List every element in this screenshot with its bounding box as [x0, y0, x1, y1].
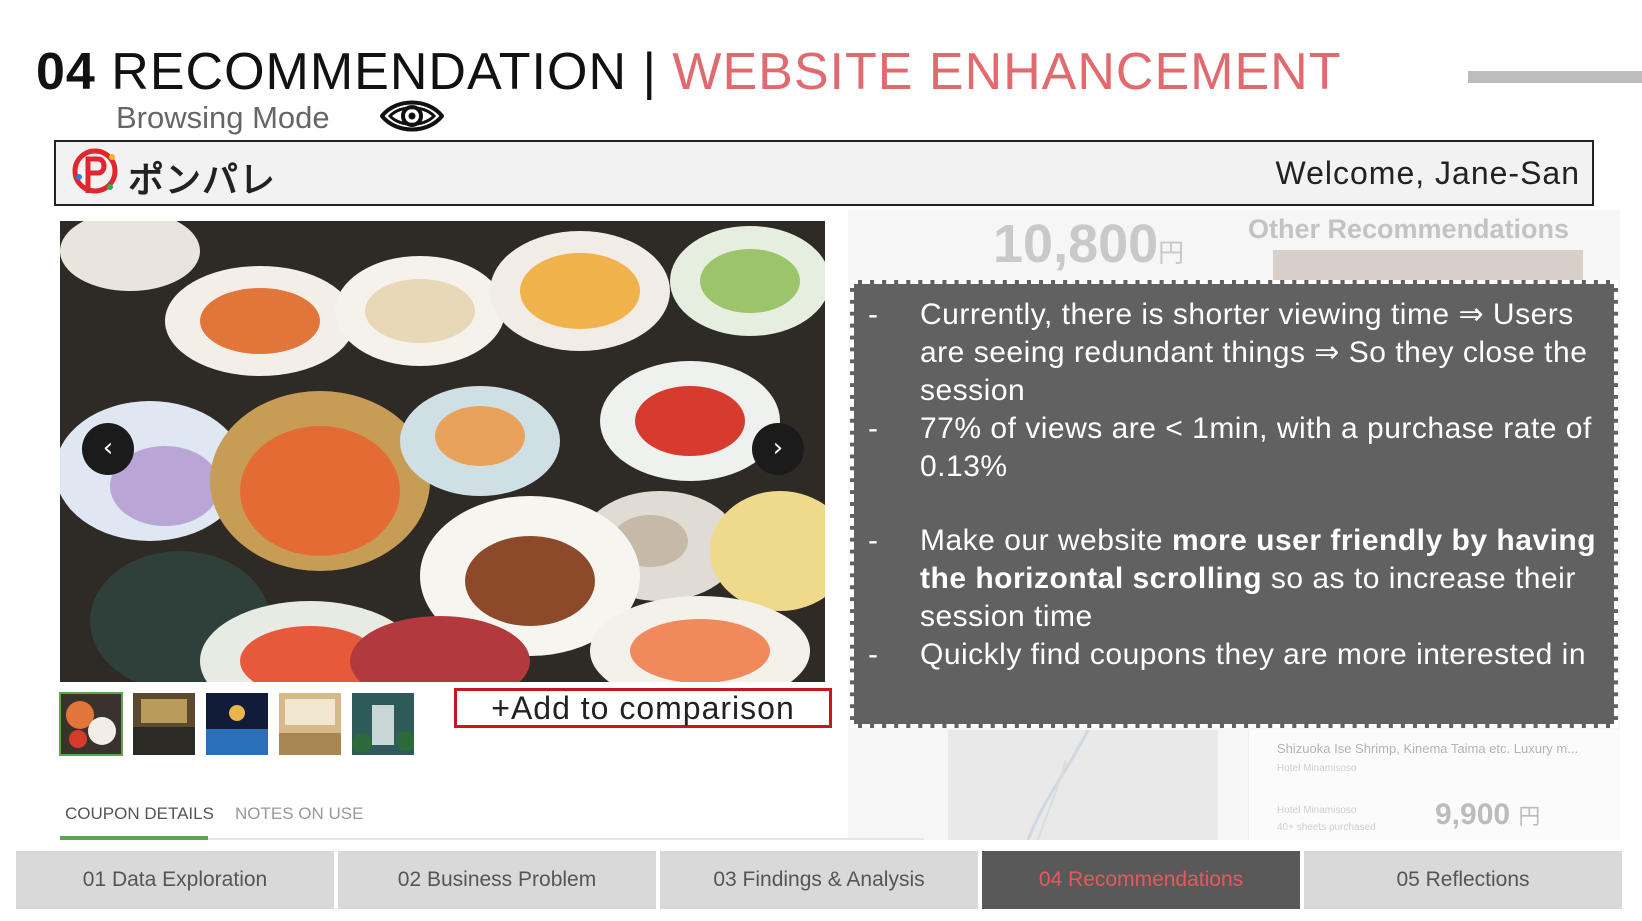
- nav-data-exploration[interactable]: 01 Data Exploration: [16, 851, 334, 909]
- thumbnail-night-pool[interactable]: [206, 693, 268, 755]
- rec-card-price-value: 9,900: [1435, 798, 1511, 831]
- thumbnail-hotel-exterior[interactable]: [352, 693, 414, 755]
- title-separator: |: [642, 43, 657, 101]
- coupon-price-value: 10,800: [993, 214, 1159, 274]
- map-roads: [1026, 729, 1090, 841]
- food-spread-image: [60, 221, 825, 682]
- slide-title: 04 RECOMMENDATION | WEBSITE ENHANCEMENT: [36, 40, 1341, 104]
- rec-card-price-unit: 円: [1518, 804, 1541, 829]
- thumbnail-japanese-room[interactable]: [279, 693, 341, 755]
- title-rule: [1468, 71, 1642, 83]
- callout-bullet-viewing-time: Currently, there is shorter viewing time…: [868, 296, 1600, 410]
- eye-icon: [380, 100, 444, 132]
- welcome-greeting: Welcome, Jane-San: [1275, 155, 1580, 191]
- coupon-tabs: COUPON DETAILS NOTES ON USE: [60, 800, 924, 840]
- location-map[interactable]: [948, 729, 1218, 841]
- title-main: RECOMMENDATION: [111, 43, 627, 101]
- ponpare-p-logo-icon[interactable]: [70, 147, 122, 199]
- rec-card-price: 9,900 円: [1435, 798, 1540, 832]
- section-navigation: 01 Data Exploration 02 Business Problem …: [16, 851, 1622, 909]
- slide-number: 04: [36, 43, 96, 101]
- coupon-price: 10,800円: [993, 213, 1184, 275]
- coupon-price-unit: 円: [1158, 238, 1185, 268]
- nav-recommendations[interactable]: 04 Recommendations: [982, 851, 1300, 909]
- callout-b3-pre: Make our website: [920, 524, 1172, 557]
- thumbnail-hot-spring-bath[interactable]: [133, 693, 195, 755]
- thumbnail-food-spread[interactable]: [59, 692, 123, 756]
- rec-card-sold-count: 40+ sheets purchased: [1277, 822, 1376, 833]
- recommendation-image[interactable]: [1273, 250, 1583, 280]
- tab-coupon-details[interactable]: COUPON DETAILS: [65, 804, 214, 824]
- nav-business-problem[interactable]: 02 Business Problem: [338, 851, 656, 909]
- mode-subtitle: Browsing Mode: [116, 100, 330, 135]
- rec-card-hotel-secondary: Hotel Minamisoso: [1277, 805, 1357, 816]
- nav-findings-analysis[interactable]: 03 Findings & Analysis: [660, 851, 978, 909]
- callout-bullets: Currently, there is shorter viewing time…: [868, 296, 1600, 674]
- title-accent: WEBSITE ENHANCEMENT: [672, 43, 1342, 101]
- nav-reflections[interactable]: 05 Reflections: [1304, 851, 1622, 909]
- add-to-comparison-button[interactable]: +Add to comparison: [454, 688, 832, 728]
- tab-notes-on-use[interactable]: NOTES ON USE: [235, 804, 363, 824]
- callout-bullet-user-friendly: Make our website more user friendly by h…: [868, 522, 1600, 636]
- callout-bullet-find-coupons: Quickly find coupons they are more inter…: [868, 636, 1600, 674]
- site-header: ポンパレ Welcome, Jane-San: [54, 140, 1594, 206]
- rec-card-title: Shizuoka Ise Shrimp, Kinema Taima etc. L…: [1277, 741, 1579, 756]
- product-image-gallery[interactable]: ‹ ›: [60, 221, 825, 682]
- recommendation-callout: Currently, there is shorter viewing time…: [850, 280, 1618, 728]
- logo-text[interactable]: ポンパレ: [128, 151, 276, 203]
- callout-bullet-view-stats: 77% of views are < 1min, with a purchase…: [868, 410, 1600, 486]
- chevron-right-icon[interactable]: ›: [752, 423, 804, 475]
- other-recommendations-heading: Other Recommendations: [1248, 214, 1570, 244]
- rec-card-hotel: Hotel Minamisoso: [1277, 763, 1357, 774]
- recommendation-card[interactable]: Shizuoka Ise Shrimp, Kinema Taima etc. L…: [1248, 730, 1620, 840]
- active-tab-indicator: [60, 836, 208, 840]
- chevron-left-icon[interactable]: ‹: [82, 423, 134, 475]
